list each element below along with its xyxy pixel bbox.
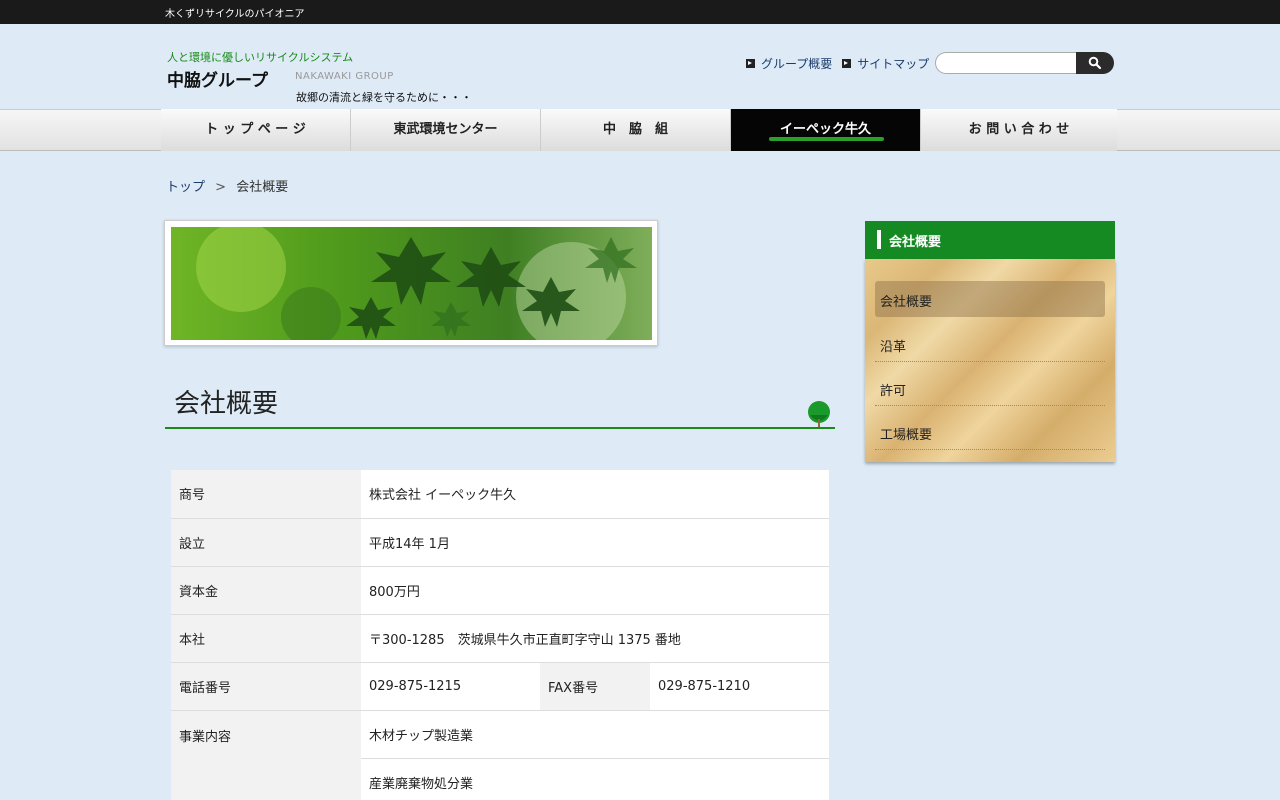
nav-nakawaki-gumi[interactable]: 中 脇 組 bbox=[541, 109, 731, 151]
nav-epec-ushiku[interactable]: イーペック牛久 bbox=[731, 109, 921, 151]
nav-contact[interactable]: お 問 い 合 わ せ bbox=[921, 109, 1117, 151]
leaf-icon bbox=[808, 401, 830, 427]
search-icon bbox=[1088, 56, 1102, 70]
header: 人と環境に優しいリサイクルシステム 中脇グループ NAKAWAKI GROUP … bbox=[0, 24, 1280, 109]
row-label: 資本金 bbox=[171, 566, 361, 615]
nav-tobu-kankyo[interactable]: 東武環境センター bbox=[351, 109, 541, 151]
sitemap-link[interactable]: サイトマップ bbox=[842, 55, 929, 72]
row-value: 株式会社 イーペック牛久 bbox=[361, 470, 829, 519]
phone-label: 電話番号 bbox=[171, 662, 361, 711]
company-info-table: 商号 株式会社 イーペック牛久 設立 平成14年 1月 資本金 800万円 本社… bbox=[171, 470, 829, 800]
arrow-right-icon bbox=[746, 59, 755, 68]
sidebar-item-history[interactable]: 沿革 bbox=[875, 326, 1105, 362]
search-box bbox=[935, 52, 1115, 74]
row-label: 本社 bbox=[171, 614, 361, 663]
fax-value: 029-875-1210 bbox=[650, 662, 829, 711]
table-row: 本社 〒300-1285 茨城県牛久市正直町字守山 1375 番地 bbox=[171, 614, 829, 663]
business-label: 事業内容 bbox=[171, 710, 361, 800]
table-row: 商号 株式会社 イーペック牛久 bbox=[171, 470, 829, 519]
logo-subtitle: 人と環境に優しいリサイクルシステム bbox=[167, 51, 354, 64]
sidebar-heading: 会社概要 bbox=[865, 221, 1115, 259]
fax-label: FAX番号 bbox=[540, 662, 650, 711]
site-tagline: 木くずリサイクルのパイオニア bbox=[165, 9, 305, 20]
sidebar-menu: 会社概要 沿革 許可 工場概要 bbox=[865, 259, 1115, 462]
table-row: 設立 平成14年 1月 bbox=[171, 518, 829, 567]
table-row: 電話番号 029-875-1215 FAX番号 029-875-1210 bbox=[171, 662, 829, 711]
sidebar-item-permits[interactable]: 許可 bbox=[875, 370, 1105, 406]
row-label: 設立 bbox=[171, 518, 361, 567]
table-row: 事業内容 木材チップ製造業 bbox=[171, 710, 829, 800]
row-label: 商号 bbox=[171, 470, 361, 519]
nav-top-page[interactable]: ト ッ プ ペ ー ジ bbox=[161, 109, 351, 151]
table-row: 資本金 800万円 bbox=[171, 566, 829, 615]
breadcrumb-current: 会社概要 bbox=[236, 180, 289, 195]
main-nav: ト ッ プ ペ ー ジ 東武環境センター 中 脇 組 イーペック牛久 お 問 い… bbox=[161, 109, 1119, 151]
breadcrumb-home[interactable]: トップ bbox=[166, 180, 205, 195]
sidebar-item-company-overview[interactable]: 会社概要 bbox=[875, 281, 1105, 317]
sitemap-label: サイトマップ bbox=[857, 57, 930, 71]
business-value: 産業廃棄物処分業 bbox=[361, 758, 829, 800]
maple-leaves-image bbox=[171, 227, 652, 340]
breadcrumb: トップ > 会社概要 bbox=[166, 176, 288, 195]
logo-english: NAKAWAKI GROUP bbox=[295, 71, 394, 82]
row-value: 平成14年 1月 bbox=[361, 518, 829, 567]
arrow-right-icon bbox=[842, 59, 852, 68]
header-links: グループ概要 サイトマップ bbox=[746, 55, 929, 72]
sidebar-item-factory-overview[interactable]: 工場概要 bbox=[875, 414, 1105, 450]
search-button[interactable] bbox=[1076, 52, 1114, 74]
top-bar: 木くずリサイクルのパイオニア bbox=[0, 0, 1280, 24]
row-value: 800万円 bbox=[361, 566, 829, 615]
page-title: 会社概要 bbox=[174, 389, 279, 419]
search-input[interactable] bbox=[935, 52, 1080, 74]
title-underline bbox=[165, 427, 835, 429]
row-value: 〒300-1285 茨城県牛久市正直町字守山 1375 番地 bbox=[361, 614, 829, 663]
business-value: 木材チップ製造業 bbox=[361, 710, 829, 759]
phone-value: 029-875-1215 bbox=[361, 662, 540, 711]
banner-image bbox=[164, 220, 658, 346]
breadcrumb-separator: > bbox=[215, 180, 227, 195]
logo[interactable]: 中脇グループ bbox=[167, 66, 268, 91]
group-overview-link[interactable]: グループ概要 bbox=[746, 55, 832, 72]
logo-motto: 故郷の清流と緑を守るために・・・ bbox=[296, 91, 472, 104]
group-overview-label: グループ概要 bbox=[761, 57, 833, 71]
